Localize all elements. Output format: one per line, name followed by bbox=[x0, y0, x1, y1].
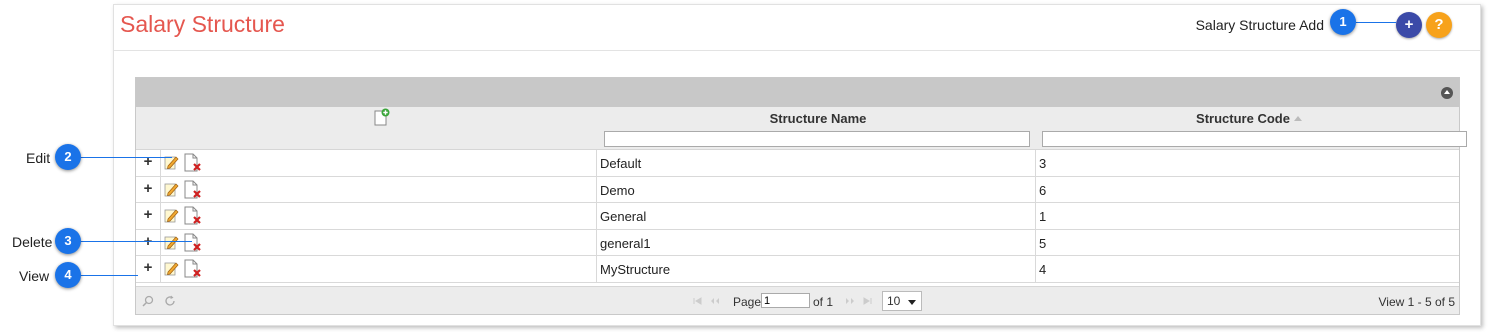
structure-code-cell: 3 bbox=[1039, 156, 1047, 171]
cell-divider bbox=[160, 176, 161, 202]
view-records-info: View 1 - 5 of 5 bbox=[1378, 295, 1456, 309]
delete-icon[interactable] bbox=[184, 259, 202, 278]
structure-name-filter-input[interactable] bbox=[604, 131, 1030, 147]
first-page-icon[interactable] bbox=[692, 295, 704, 307]
edit-icon[interactable] bbox=[164, 260, 179, 276]
callout-connector bbox=[1356, 22, 1396, 23]
delete-icon[interactable] bbox=[184, 206, 202, 225]
structure-code-filter-input[interactable] bbox=[1042, 131, 1467, 147]
cell-divider bbox=[596, 203, 597, 229]
column-header-structure-name[interactable]: Structure Name bbox=[600, 111, 1036, 126]
structure-code-cell: 5 bbox=[1039, 235, 1047, 251]
cell-divider bbox=[1035, 150, 1036, 176]
column-header-structure-code[interactable]: Structure Code bbox=[1039, 111, 1459, 126]
rows-per-page-value: 10 bbox=[887, 294, 901, 308]
callout-label-edit: Edit bbox=[26, 150, 51, 166]
add-row-icon[interactable] bbox=[374, 108, 390, 126]
filter-row bbox=[136, 129, 1467, 150]
grid-caption-bar bbox=[136, 78, 1459, 107]
page-title: Salary Structure bbox=[120, 11, 285, 37]
cell-divider bbox=[1035, 229, 1036, 255]
table-row[interactable]: + Demo 6 bbox=[136, 176, 1459, 203]
grid-pager: Page of 1 10 View 1 - 5 of 5 bbox=[136, 286, 1459, 314]
page-number-input[interactable] bbox=[761, 293, 810, 308]
structure-code-cell: 6 bbox=[1039, 182, 1047, 198]
cell-divider bbox=[1035, 203, 1036, 229]
structure-code-cell: 4 bbox=[1039, 262, 1047, 277]
callout-connector bbox=[80, 157, 172, 158]
cell-divider bbox=[160, 203, 161, 229]
table-row[interactable]: + General 1 bbox=[136, 203, 1459, 230]
view-expand-icon[interactable]: + bbox=[141, 260, 155, 276]
column-header-structure-code-label: Structure Code bbox=[1196, 111, 1290, 126]
cell-divider bbox=[1035, 256, 1036, 282]
cell-divider bbox=[160, 256, 161, 282]
page-label: Page bbox=[733, 295, 762, 309]
structure-name-cell: MyStructure bbox=[600, 262, 671, 277]
cell-divider bbox=[160, 229, 161, 255]
structure-name-cell: General bbox=[600, 209, 647, 224]
delete-icon[interactable] bbox=[184, 153, 202, 172]
callout-badge-1: 1 bbox=[1330, 9, 1356, 35]
cell-divider bbox=[160, 150, 161, 176]
view-expand-icon[interactable]: + bbox=[141, 180, 155, 197]
header-divider bbox=[114, 50, 1480, 51]
salary-structure-add-label: Salary Structure Add bbox=[1195, 17, 1324, 33]
grid-rows: + Default 3 + Demo 6 + General 1 + gener… bbox=[136, 150, 1459, 283]
cell-divider bbox=[596, 256, 597, 282]
structure-name-cell: Demo bbox=[600, 182, 635, 198]
table-row[interactable]: + MyStructure 4 bbox=[136, 256, 1459, 283]
help-button[interactable]: ? bbox=[1426, 12, 1452, 38]
prev-page-icon[interactable] bbox=[710, 295, 722, 307]
salary-structure-panel: Salary Structure Salary Structure Add + … bbox=[113, 4, 1481, 326]
structure-grid: Structure Name Structure Code + Default … bbox=[135, 77, 1467, 315]
next-page-icon[interactable] bbox=[843, 295, 855, 307]
chevron-down-icon bbox=[908, 300, 916, 305]
collapse-icon[interactable] bbox=[1441, 87, 1453, 99]
delete-icon[interactable] bbox=[184, 180, 202, 199]
structure-name-cell: Default bbox=[600, 156, 642, 171]
callout-badge-3: 3 bbox=[55, 228, 81, 254]
page-total-label: of 1 bbox=[813, 295, 834, 309]
cell-divider bbox=[596, 176, 597, 202]
cell-divider bbox=[596, 229, 597, 255]
edit-icon[interactable] bbox=[164, 181, 179, 197]
add-button[interactable]: + bbox=[1396, 12, 1422, 38]
last-page-icon[interactable] bbox=[861, 295, 873, 307]
callout-label-view: View bbox=[19, 268, 50, 284]
cell-divider bbox=[596, 150, 597, 176]
grid-header-row: Structure Name Structure Code bbox=[136, 107, 1459, 129]
callout-badge-2: 2 bbox=[55, 144, 81, 170]
callout-label-delete: Delete bbox=[12, 234, 53, 250]
rows-per-page-select[interactable]: 10 bbox=[882, 291, 922, 311]
callout-connector bbox=[80, 241, 192, 242]
structure-code-cell: 1 bbox=[1039, 209, 1047, 224]
view-expand-icon[interactable]: + bbox=[141, 207, 155, 223]
table-row[interactable]: + general1 5 bbox=[136, 229, 1459, 256]
table-row[interactable]: + Default 3 bbox=[136, 150, 1459, 177]
delete-icon[interactable] bbox=[184, 233, 202, 252]
sort-arrow-icon bbox=[1293, 116, 1302, 121]
callout-connector bbox=[80, 275, 138, 276]
refresh-icon[interactable] bbox=[164, 295, 176, 307]
cell-divider bbox=[1035, 176, 1036, 202]
callout-badge-4: 4 bbox=[55, 262, 81, 288]
structure-name-cell: general1 bbox=[600, 235, 651, 251]
edit-icon[interactable] bbox=[164, 207, 179, 223]
search-icon[interactable] bbox=[142, 295, 154, 307]
